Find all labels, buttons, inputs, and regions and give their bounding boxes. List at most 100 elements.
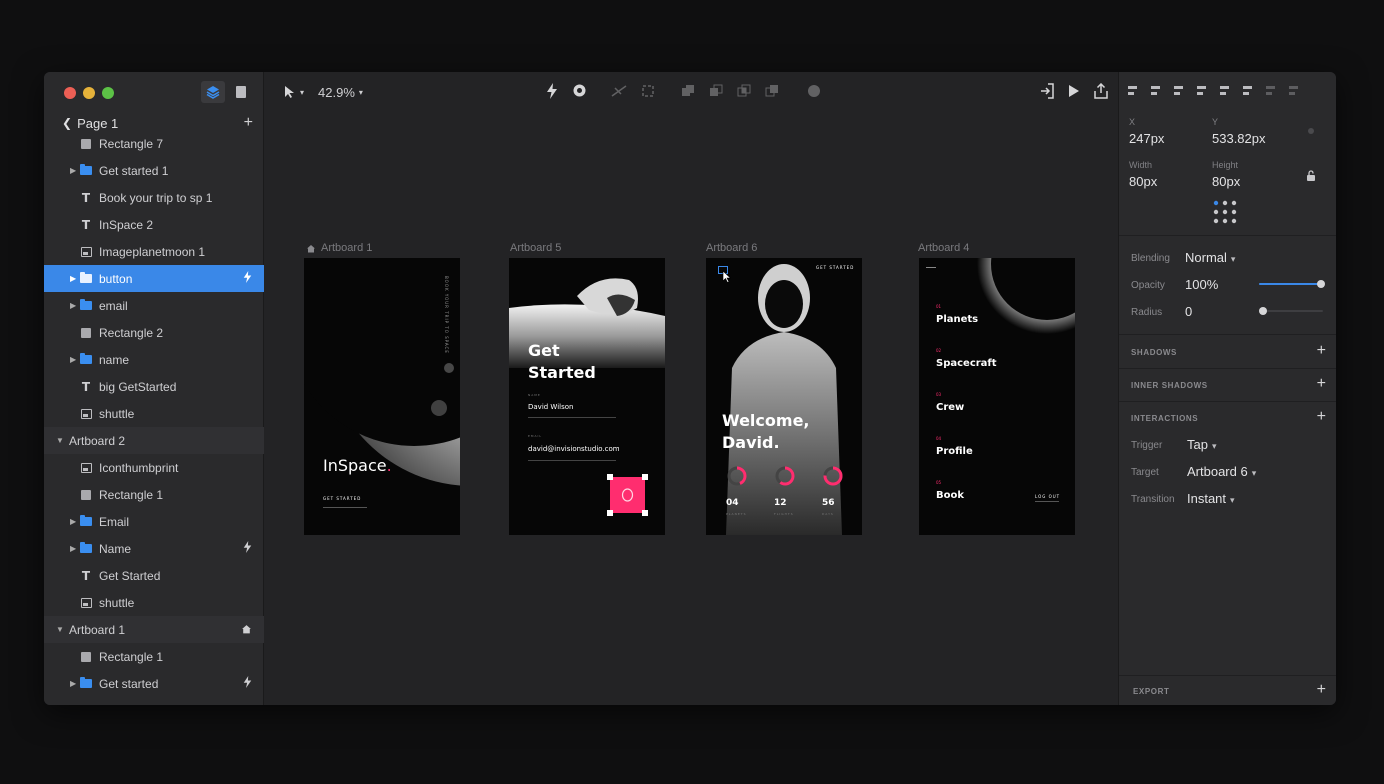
preview-play-button[interactable] <box>1068 84 1080 101</box>
bool-difference-button[interactable] <box>765 84 779 101</box>
layer-row[interactable]: shuttle <box>44 589 264 616</box>
select-tool-button[interactable]: ▾ <box>284 85 304 99</box>
frame-tool-button[interactable] <box>641 84 655 101</box>
disclosure-down-icon[interactable]: ▼ <box>56 625 66 634</box>
layer-row[interactable]: Tbig GetStarted <box>44 373 264 400</box>
artboard-4[interactable]: 01 Planets 02 Spacecraft 03 Crew 04 Profile 05 Bo… <box>919 258 1075 535</box>
add-shadow-icon[interactable]: + <box>1317 342 1326 360</box>
maximize-window-button[interactable] <box>102 87 114 99</box>
home-icon[interactable] <box>241 622 252 637</box>
radius-slider-track[interactable] <box>1261 310 1323 312</box>
radius-input[interactable]: 0 <box>1185 304 1192 319</box>
bolt-icon[interactable] <box>243 541 252 556</box>
distribute-vertical-icon[interactable] <box>1288 84 1302 98</box>
menu-item-label[interactable]: Profile <box>936 446 973 457</box>
selection-handle[interactable] <box>607 474 613 480</box>
menu-item-label[interactable]: Spacecraft <box>936 358 997 369</box>
layer-row[interactable]: ▶ button <box>44 265 264 292</box>
align-center-icon[interactable] <box>1150 84 1164 98</box>
selection-handle[interactable] <box>642 510 648 516</box>
layer-row[interactable]: Rectangle 7 <box>44 130 264 157</box>
artboard-5[interactable]: Get Started NAME David Wilson EMAIL davi… <box>509 258 665 535</box>
prototype-bolt-button[interactable] <box>546 82 558 102</box>
disclosure-right-icon[interactable]: ▶ <box>70 517 80 526</box>
add-inner-shadow-icon[interactable]: + <box>1317 375 1326 393</box>
add-export-icon[interactable]: + <box>1317 681 1326 699</box>
zoom-control[interactable]: 42.9% ▾ <box>318 85 363 100</box>
artboard-label-4[interactable]: Artboard 4 <box>918 242 969 254</box>
align-left-icon[interactable] <box>1127 84 1141 98</box>
mask-button[interactable] <box>807 84 821 101</box>
menu-item-label[interactable]: Crew <box>936 402 964 413</box>
align-top-icon[interactable] <box>1196 84 1210 98</box>
layer-row[interactable]: ▶ email <box>44 292 264 319</box>
layer-row[interactable]: T Book your trip to sp 1 <box>44 184 264 211</box>
import-button[interactable] <box>1040 82 1054 102</box>
target-select[interactable]: Artboard 6 ▾ <box>1187 464 1256 479</box>
a5-thumbprint-button[interactable] <box>607 474 648 516</box>
layer-row[interactable]: ▶ Email <box>44 508 264 535</box>
page-selector[interactable]: ❮ Page 1 + <box>62 114 253 131</box>
selection-handle[interactable] <box>607 510 613 516</box>
layer-row[interactable]: Imageplanetmoon 1 <box>44 238 264 265</box>
layer-row[interactable]: Rectangle 1 <box>44 643 264 670</box>
layer-row[interactable]: shuttle <box>44 400 264 427</box>
selection-handle[interactable] <box>642 474 648 480</box>
layer-artboard-row[interactable]: ▼ Artboard 1 <box>44 616 264 643</box>
radius-slider-knob[interactable] <box>1259 307 1267 315</box>
opacity-slider-knob[interactable] <box>1317 280 1325 288</box>
trigger-select[interactable]: Tap ▾ <box>1187 437 1217 452</box>
width-input[interactable]: 80px <box>1129 174 1157 189</box>
artboard-label-5[interactable]: Artboard 5 <box>510 242 561 254</box>
layer-row[interactable]: Iconthumbprint <box>44 454 264 481</box>
x-input[interactable]: 247px <box>1129 131 1164 146</box>
disclosure-right-icon[interactable]: ▶ <box>70 166 80 175</box>
align-bottom-icon[interactable] <box>1242 84 1256 98</box>
disclosure-right-icon[interactable]: ▶ <box>70 301 80 310</box>
align-right-icon[interactable] <box>1173 84 1187 98</box>
share-button[interactable] <box>1094 82 1108 102</box>
blending-select[interactable]: Normal ▾ <box>1185 250 1235 265</box>
document-tab[interactable] <box>229 81 253 103</box>
layer-row[interactable]: ▶ Get started 1 <box>44 157 264 184</box>
opacity-input[interactable]: 100% <box>1185 277 1218 292</box>
component-button[interactable] <box>572 83 587 101</box>
disclosure-down-icon[interactable]: ▼ <box>56 436 66 445</box>
bool-intersect-button[interactable] <box>737 84 751 101</box>
transition-select[interactable]: Instant ▾ <box>1187 491 1235 506</box>
artboard-6[interactable]: GET STARTED Welcome, David. 04 PLANETS 12 F… <box>706 258 862 535</box>
add-interaction-icon[interactable]: + <box>1317 408 1326 426</box>
layer-row[interactable]: ▶ Get started <box>44 670 264 697</box>
artboard-label-6[interactable]: Artboard 6 <box>706 242 757 254</box>
canvas[interactable]: Artboard 1 InSpace. GET STARTED BOOK YOU… <box>264 112 1118 705</box>
close-window-button[interactable] <box>64 87 76 99</box>
disclosure-right-icon[interactable]: ▶ <box>70 274 80 283</box>
layer-row[interactable]: Rectangle 1 <box>44 481 264 508</box>
disclosure-right-icon[interactable]: ▶ <box>70 679 80 688</box>
y-input[interactable]: 533.82px <box>1212 131 1266 146</box>
bool-subtract-button[interactable] <box>709 84 723 101</box>
layer-row[interactable]: Rectangle 2 <box>44 319 264 346</box>
lock-icon[interactable] <box>1306 170 1316 182</box>
artboard-1[interactable]: InSpace. GET STARTED BOOK YOUR TRIP TO S… <box>304 258 460 535</box>
artboard-label-1[interactable]: Artboard 1 <box>306 242 372 254</box>
pen-tool-button[interactable] <box>611 84 627 101</box>
bool-union-button[interactable] <box>681 84 695 101</box>
height-input[interactable]: 80px <box>1212 174 1240 189</box>
disclosure-right-icon[interactable]: ▶ <box>70 355 80 364</box>
align-middle-icon[interactable] <box>1219 84 1233 98</box>
layer-row[interactable]: ▶ name <box>44 346 264 373</box>
minimize-window-button[interactable] <box>83 87 95 99</box>
disclosure-right-icon[interactable]: ▶ <box>70 544 80 553</box>
bolt-icon[interactable] <box>243 676 252 691</box>
layer-row[interactable]: T InSpace 2 <box>44 211 264 238</box>
menu-item-label[interactable]: Planets <box>936 314 978 325</box>
bolt-icon[interactable] <box>243 271 252 286</box>
layer-artboard-row[interactable]: ▼ Artboard 2 <box>44 427 264 454</box>
distribute-horizontal-icon[interactable] <box>1265 84 1279 98</box>
layers-tab[interactable] <box>201 81 225 103</box>
constraints-grid-icon[interactable] <box>1212 199 1238 227</box>
layer-row[interactable]: T Get Started <box>44 562 264 589</box>
layer-row[interactable]: ▶ Name <box>44 535 264 562</box>
menu-item-label[interactable]: Book <box>936 490 964 501</box>
